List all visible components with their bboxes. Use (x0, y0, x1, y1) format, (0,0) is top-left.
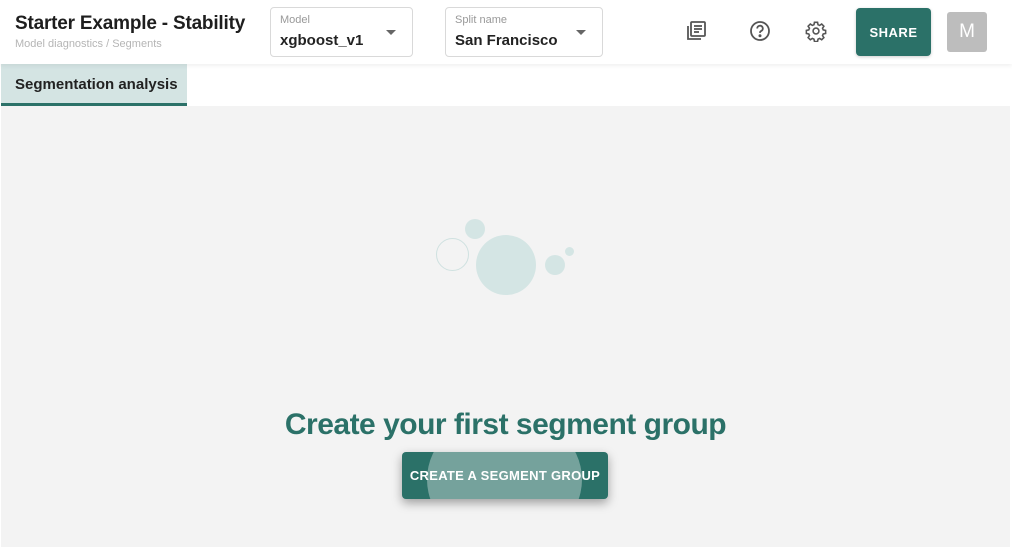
bubble-outline (436, 238, 469, 271)
tab-segmentation-analysis[interactable]: Segmentation analysis (1, 64, 187, 106)
split-select-label: Split name (455, 14, 507, 26)
avatar[interactable]: M (947, 12, 987, 52)
split-name-select[interactable]: Split name San Francisco (445, 7, 603, 57)
chevron-down-icon (576, 30, 586, 35)
settings-button[interactable] (803, 18, 829, 44)
settings-icon (805, 21, 827, 42)
bubble-small (465, 219, 485, 239)
main-content: Create your first segment group CREATE A… (1, 106, 1010, 547)
share-button[interactable]: SHARE (856, 8, 931, 56)
empty-state-heading: Create your first segment group (284, 408, 727, 441)
tab-bar: Segmentation analysis (0, 64, 1012, 106)
empty-state-illustration (420, 216, 590, 306)
bubble-tiny (565, 247, 574, 256)
split-select-value: San Francisco (455, 32, 558, 49)
page-title: Starter Example - Stability (15, 13, 246, 34)
model-select-value: xgboost_v1 (280, 32, 364, 49)
report-icon (687, 21, 706, 40)
app-header: Starter Example - Stability Model diagno… (0, 0, 1012, 64)
report-button[interactable] (683, 18, 709, 44)
bubble-large (476, 235, 536, 295)
help-button[interactable] (747, 18, 773, 44)
chevron-down-icon (386, 30, 396, 35)
help-icon (750, 21, 770, 41)
breadcrumb: Model diagnostics / Segments (15, 38, 162, 50)
model-select-label: Model (280, 14, 310, 26)
create-segment-group-label: CREATE A SEGMENT GROUP (409, 468, 601, 483)
model-select[interactable]: Model xgboost_v1 (270, 7, 413, 57)
bubble-medium (545, 255, 565, 275)
create-segment-group-button[interactable]: CREATE A SEGMENT GROUP (402, 452, 608, 499)
